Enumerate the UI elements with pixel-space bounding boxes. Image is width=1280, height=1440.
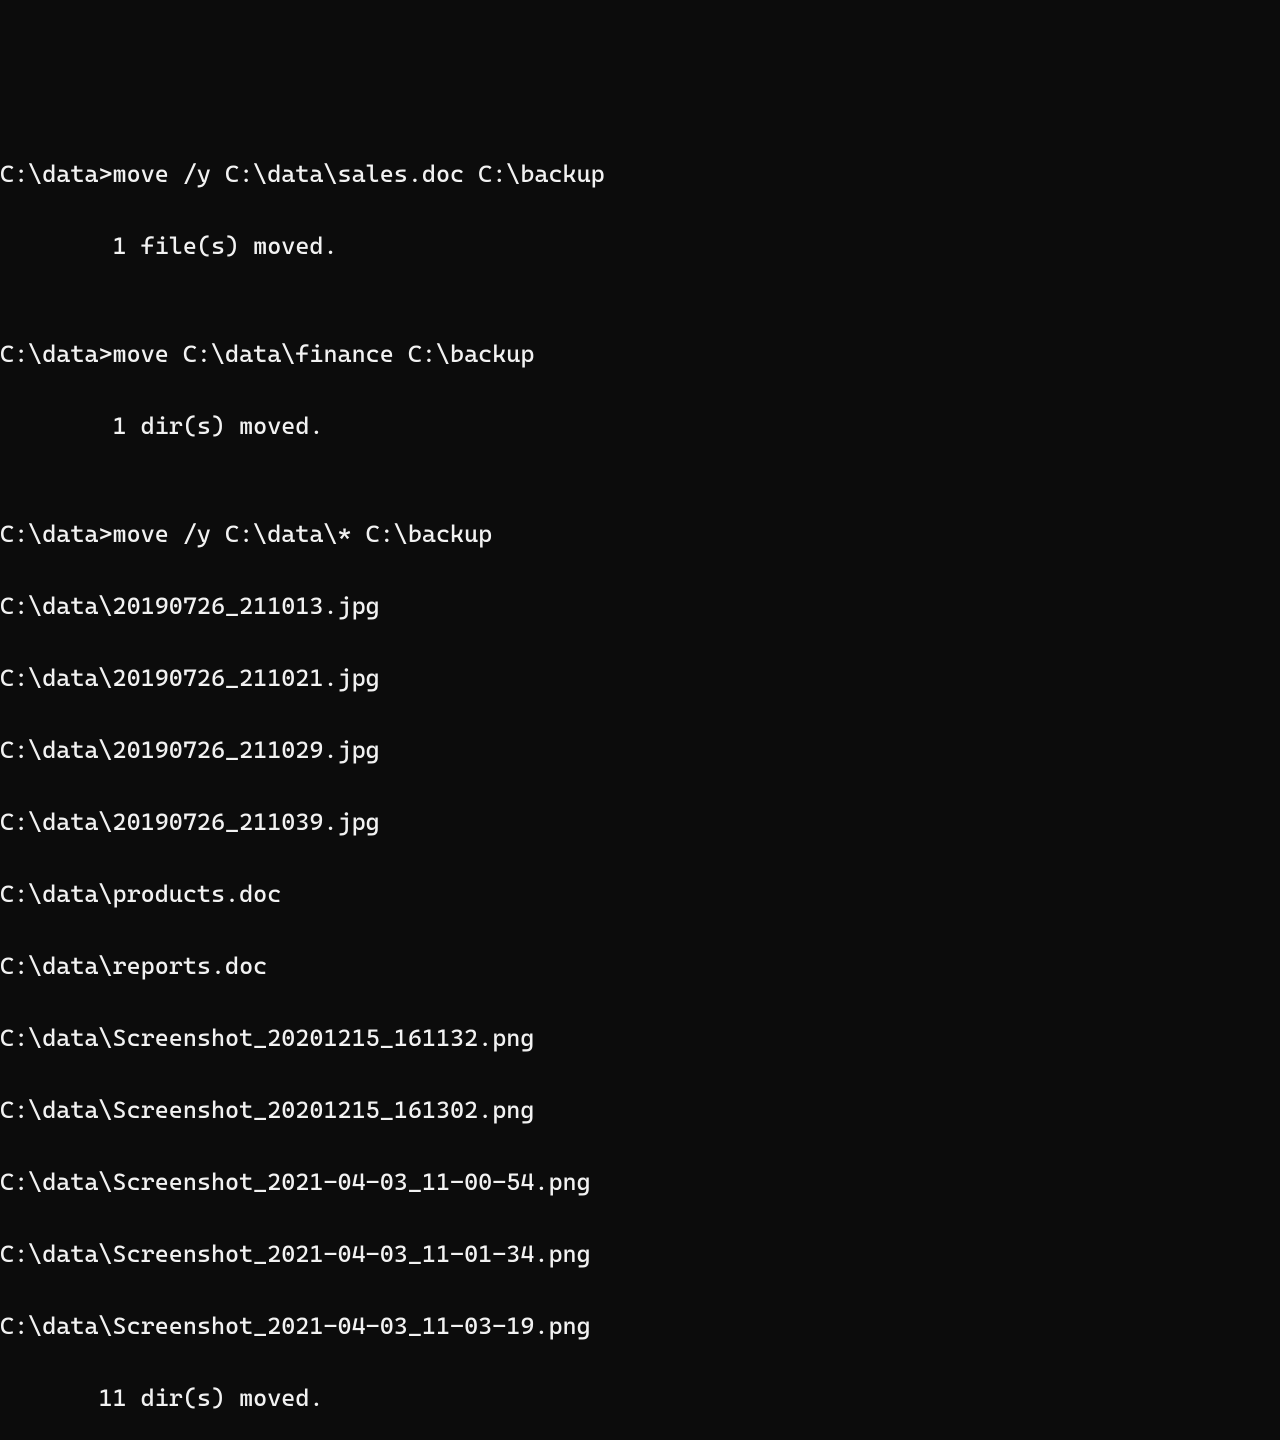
file-line: C:\data\20190726_211029.jpg [0, 732, 1280, 768]
file-line: C:\data\Screenshot_2021-04-03_11-00-54.p… [0, 1164, 1280, 1200]
file-line: C:\data\products.doc [0, 876, 1280, 912]
result-line-1: 1 file(s) moved. [0, 228, 1280, 264]
file-line: C:\data\Screenshot_20201215_161302.png [0, 1092, 1280, 1128]
file-line: C:\data\reports.doc [0, 948, 1280, 984]
file-line: C:\data\Screenshot_2021-04-03_11-01-34.p… [0, 1236, 1280, 1272]
file-line: C:\data\20190726_211039.jpg [0, 804, 1280, 840]
file-line: C:\data\Screenshot_20201215_161132.png [0, 1020, 1280, 1056]
result-line-3: 11 dir(s) moved. [0, 1380, 1280, 1416]
command-line-2[interactable]: C:\data>move C:\data\finance C:\backup [0, 336, 1280, 372]
prompt: C:\data> [0, 340, 113, 368]
file-line: C:\data\20190726_211021.jpg [0, 660, 1280, 696]
command-text: move /y C:\data\sales.doc C:\backup [113, 160, 605, 188]
prompt: C:\data> [0, 520, 113, 548]
result-line-2: 1 dir(s) moved. [0, 408, 1280, 444]
command-line-3[interactable]: C:\data>move /y C:\data\* C:\backup [0, 516, 1280, 552]
file-line: C:\data\20190726_211013.jpg [0, 588, 1280, 624]
command-line-1[interactable]: C:\data>move /y C:\data\sales.doc C:\bac… [0, 156, 1280, 192]
file-line: C:\data\Screenshot_2021-04-03_11-03-19.p… [0, 1308, 1280, 1344]
command-text: move C:\data\finance C:\backup [113, 340, 535, 368]
command-text: move /y C:\data\* C:\backup [113, 520, 493, 548]
prompt: C:\data> [0, 160, 113, 188]
